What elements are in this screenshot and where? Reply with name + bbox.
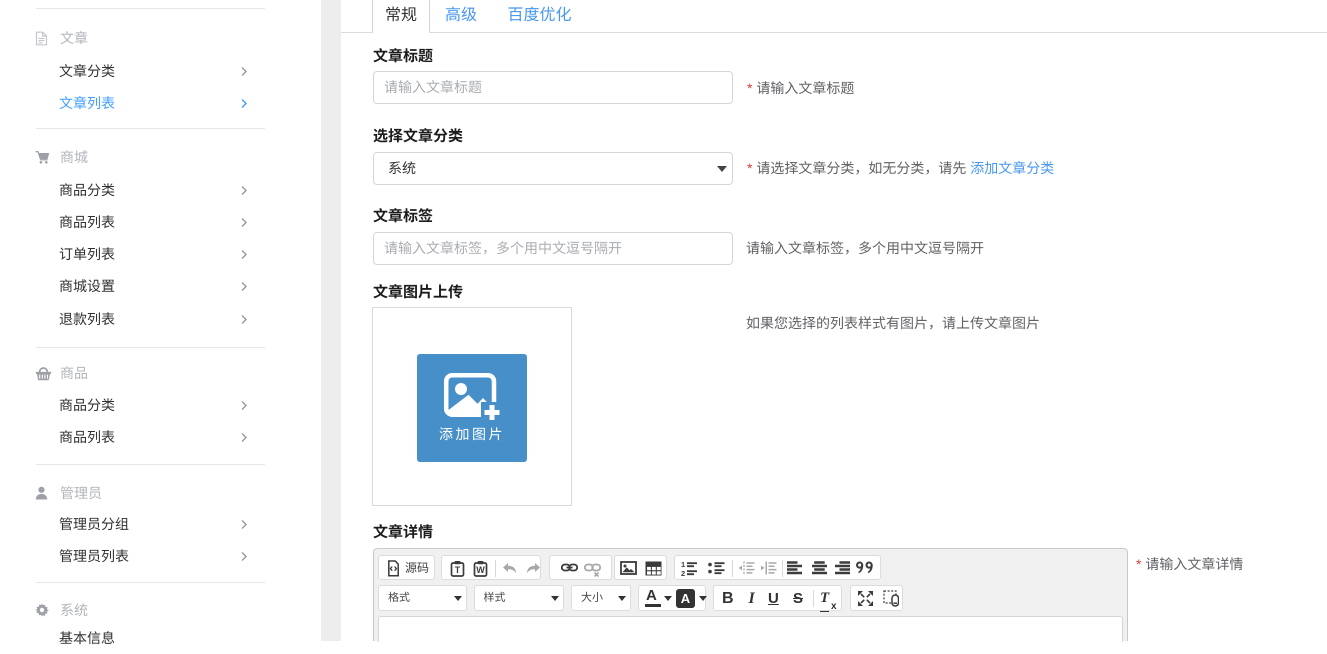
svg-text:W: W bbox=[476, 565, 485, 575]
svg-text:2: 2 bbox=[681, 569, 685, 577]
svg-text:T: T bbox=[454, 565, 460, 575]
svg-text:1: 1 bbox=[681, 560, 685, 569]
